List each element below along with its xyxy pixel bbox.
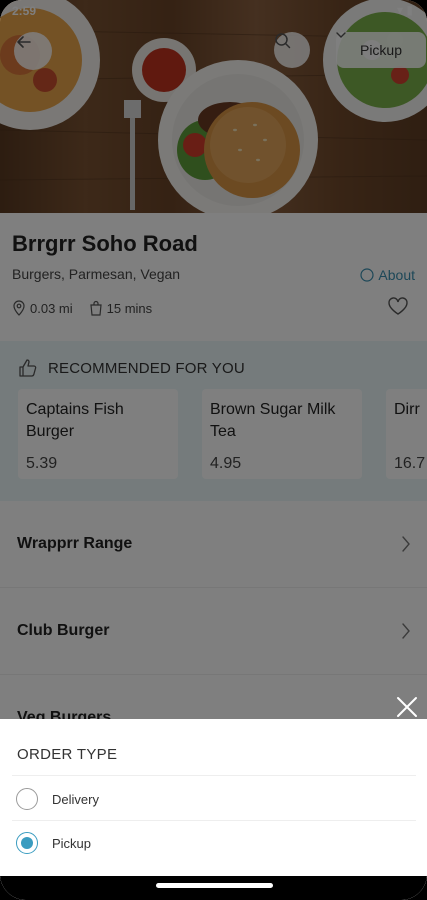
order-option-label: Pickup	[52, 835, 92, 851]
home-indicator[interactable]	[156, 883, 273, 888]
system-nav-bar	[0, 876, 427, 900]
modal-overlay[interactable]	[0, 0, 427, 720]
order-type-sheet: ORDER TYPE Delivery Pickup	[0, 719, 427, 900]
order-option-label: Delivery	[52, 791, 99, 807]
app-screen: 2:59 ▾ ▮ Pickup Brrgrr Soho Road Burgers…	[0, 0, 427, 900]
sheet-title: ORDER TYPE	[17, 746, 118, 763]
order-option-pickup[interactable]: Pickup	[16, 821, 416, 865]
radio-selected-icon[interactable]	[16, 832, 38, 854]
order-option-delivery[interactable]: Delivery	[16, 777, 416, 821]
divider	[12, 775, 416, 776]
radio-unselected-icon[interactable]	[16, 788, 38, 810]
close-icon[interactable]	[395, 695, 419, 719]
